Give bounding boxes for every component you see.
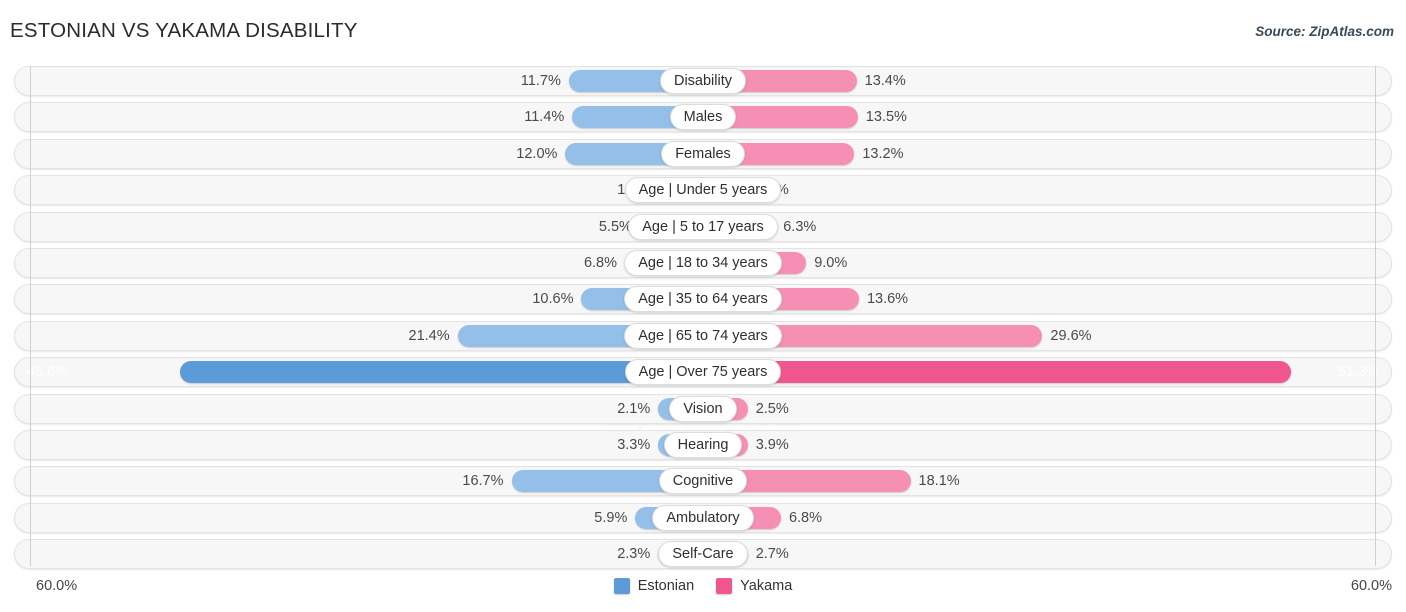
row-center: Males [15,103,1391,131]
category-label: Age | Under 5 years [624,177,782,204]
table-row[interactable]: 2.1% 2.5% Vision [14,393,1392,424]
legend-item[interactable]: Estonian [613,578,695,594]
source-attribution: Source: ZipAtlas.com [1255,24,1394,39]
bar-rows-container: 11.7% 13.4% Disability 11.4% 13.5% Males 12.0%… [14,66,1392,570]
table-row[interactable]: 1.5%1.0%Age | Under 5 years [14,175,1392,206]
table-row[interactable]: 11.4% 13.5% Males [14,102,1392,133]
legend-label: Yakama [740,578,793,594]
table-row[interactable]: 10.6% 13.6% Age | 35 to 64 years [14,284,1392,315]
table-row[interactable]: 11.7% 13.4% Disability [14,66,1392,96]
legend-swatch-icon [716,578,733,594]
category-label: Age | 65 to 74 years [624,322,782,349]
table-row[interactable]: 2.3% 2.7% Self-Care [14,539,1392,570]
table-row[interactable]: 5.9% 6.8% Ambulatory [14,502,1392,533]
row-center: Females [15,140,1391,168]
category-label: Ambulatory [652,504,754,531]
chart-legend: Estonian Yakama [0,578,1406,594]
category-label: Females [661,140,745,167]
chart-root: ESTONIAN VS YAKAMA DISABILITY Source: Zi… [0,0,1406,612]
row-center: Age | Over 75 years [15,358,1391,386]
row-center: Hearing [15,431,1391,459]
row-center: Self-Care [15,540,1391,568]
legend-swatch-icon [613,578,630,594]
category-label: Age | 35 to 64 years [624,286,782,313]
legend-item[interactable]: Yakama [716,578,792,594]
legend-label: Estonian [637,578,695,594]
category-label: Age | 18 to 34 years [624,249,782,276]
row-center: Age | 35 to 64 years [15,285,1391,313]
table-row[interactable]: 45.6% 51.3% Age | Over 75 years [14,357,1392,388]
row-center: Vision [15,395,1391,423]
category-label: Cognitive [658,468,748,495]
plot-area: ZipAtlas.com 11.7%13.4%Disability11.4%13… [14,66,1392,570]
category-label: Vision [669,395,737,422]
row-center: Age | 65 to 74 years [15,322,1391,350]
table-row[interactable]: 6.8% 9.0% Age | 18 to 34 years [14,247,1392,278]
axis-line-right [1375,66,1376,566]
row-center: Age | 5 to 17 years [15,213,1391,241]
row-center: Age | Under 5 years [15,176,1391,204]
table-row[interactable]: 16.7% 18.1% Cognitive [14,466,1392,497]
row-center: Ambulatory [15,504,1391,532]
row-center: Age | 18 to 34 years [15,249,1391,277]
category-label: Hearing [663,431,743,458]
row-center: Cognitive [15,467,1391,495]
row-center: Disability [15,67,1391,95]
category-label: Age | Over 75 years [624,359,782,386]
category-label: Males [669,104,737,131]
table-row[interactable]: 5.5% 6.3% Age | 5 to 17 years [14,211,1392,242]
category-label: Disability [659,68,746,94]
category-label: Age | 5 to 17 years [628,213,778,240]
category-label: Self-Care [658,541,748,568]
table-row[interactable]: 3.3% 3.9% Hearing [14,429,1392,460]
page-title: ESTONIAN VS YAKAMA DISABILITY [10,19,358,42]
axis-line-left [30,66,31,566]
table-row[interactable]: 12.0% 13.2% Females [14,138,1392,169]
table-row[interactable]: 21.4% 29.6% Age | 65 to 74 years [14,320,1392,351]
